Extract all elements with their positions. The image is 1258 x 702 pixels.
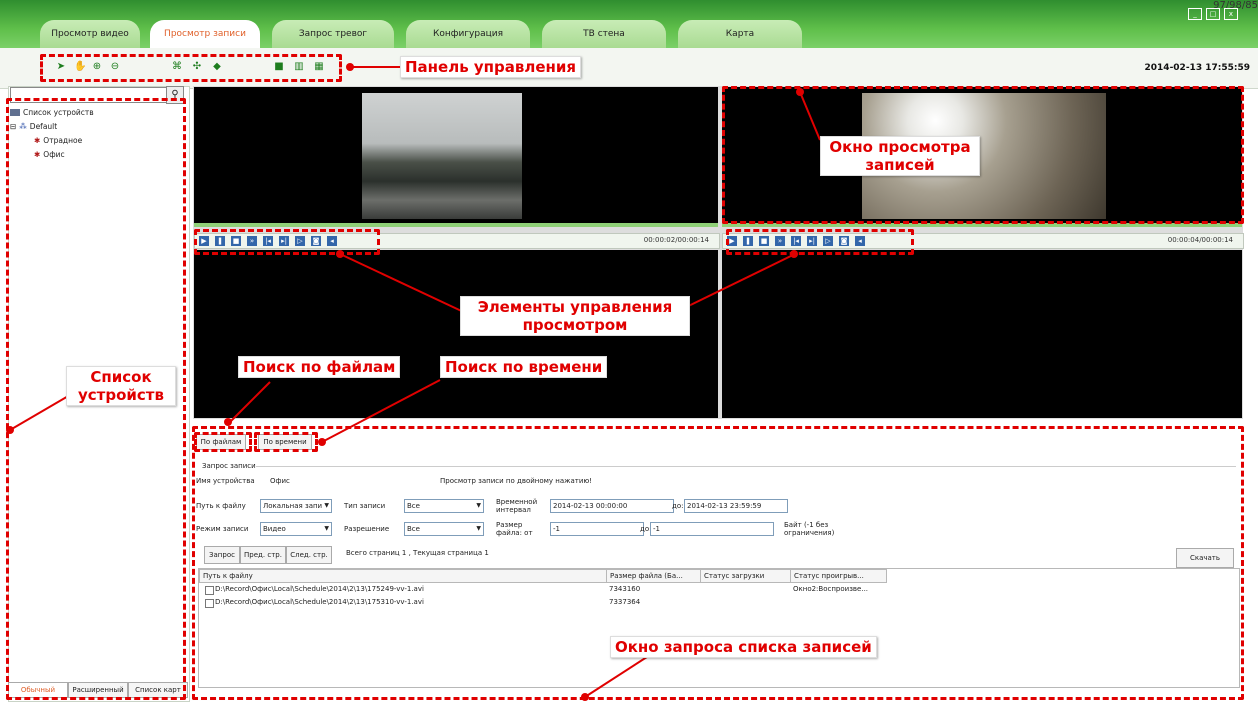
annotation-query-window: Окно запроса списка записей — [610, 636, 877, 658]
record-view-highlight — [722, 86, 1244, 224]
annotation-dot — [581, 693, 589, 701]
annotation-dot — [796, 88, 804, 96]
annotation-dot — [790, 250, 798, 258]
toolbar-highlight — [40, 54, 342, 82]
annotation-toolbar: Панель управления — [400, 56, 582, 78]
annotation-record-view: Окно просмотра записей — [820, 136, 980, 176]
annotation-file-search: Поиск по файлам — [238, 356, 401, 378]
annotation-time-search: Поиск по времени — [440, 356, 608, 378]
controls-highlight-1 — [194, 229, 380, 255]
annotation-dot — [336, 250, 344, 258]
query-window-highlight — [192, 426, 1244, 700]
annotation-device-list: Список устройств — [66, 366, 176, 406]
annotation-dot — [346, 63, 354, 71]
annotation-dot — [6, 426, 14, 434]
annotation-playback-controls: Элементы управления просмотром — [460, 296, 690, 336]
controls-highlight-2 — [726, 229, 914, 255]
annotation-dot — [224, 418, 232, 426]
